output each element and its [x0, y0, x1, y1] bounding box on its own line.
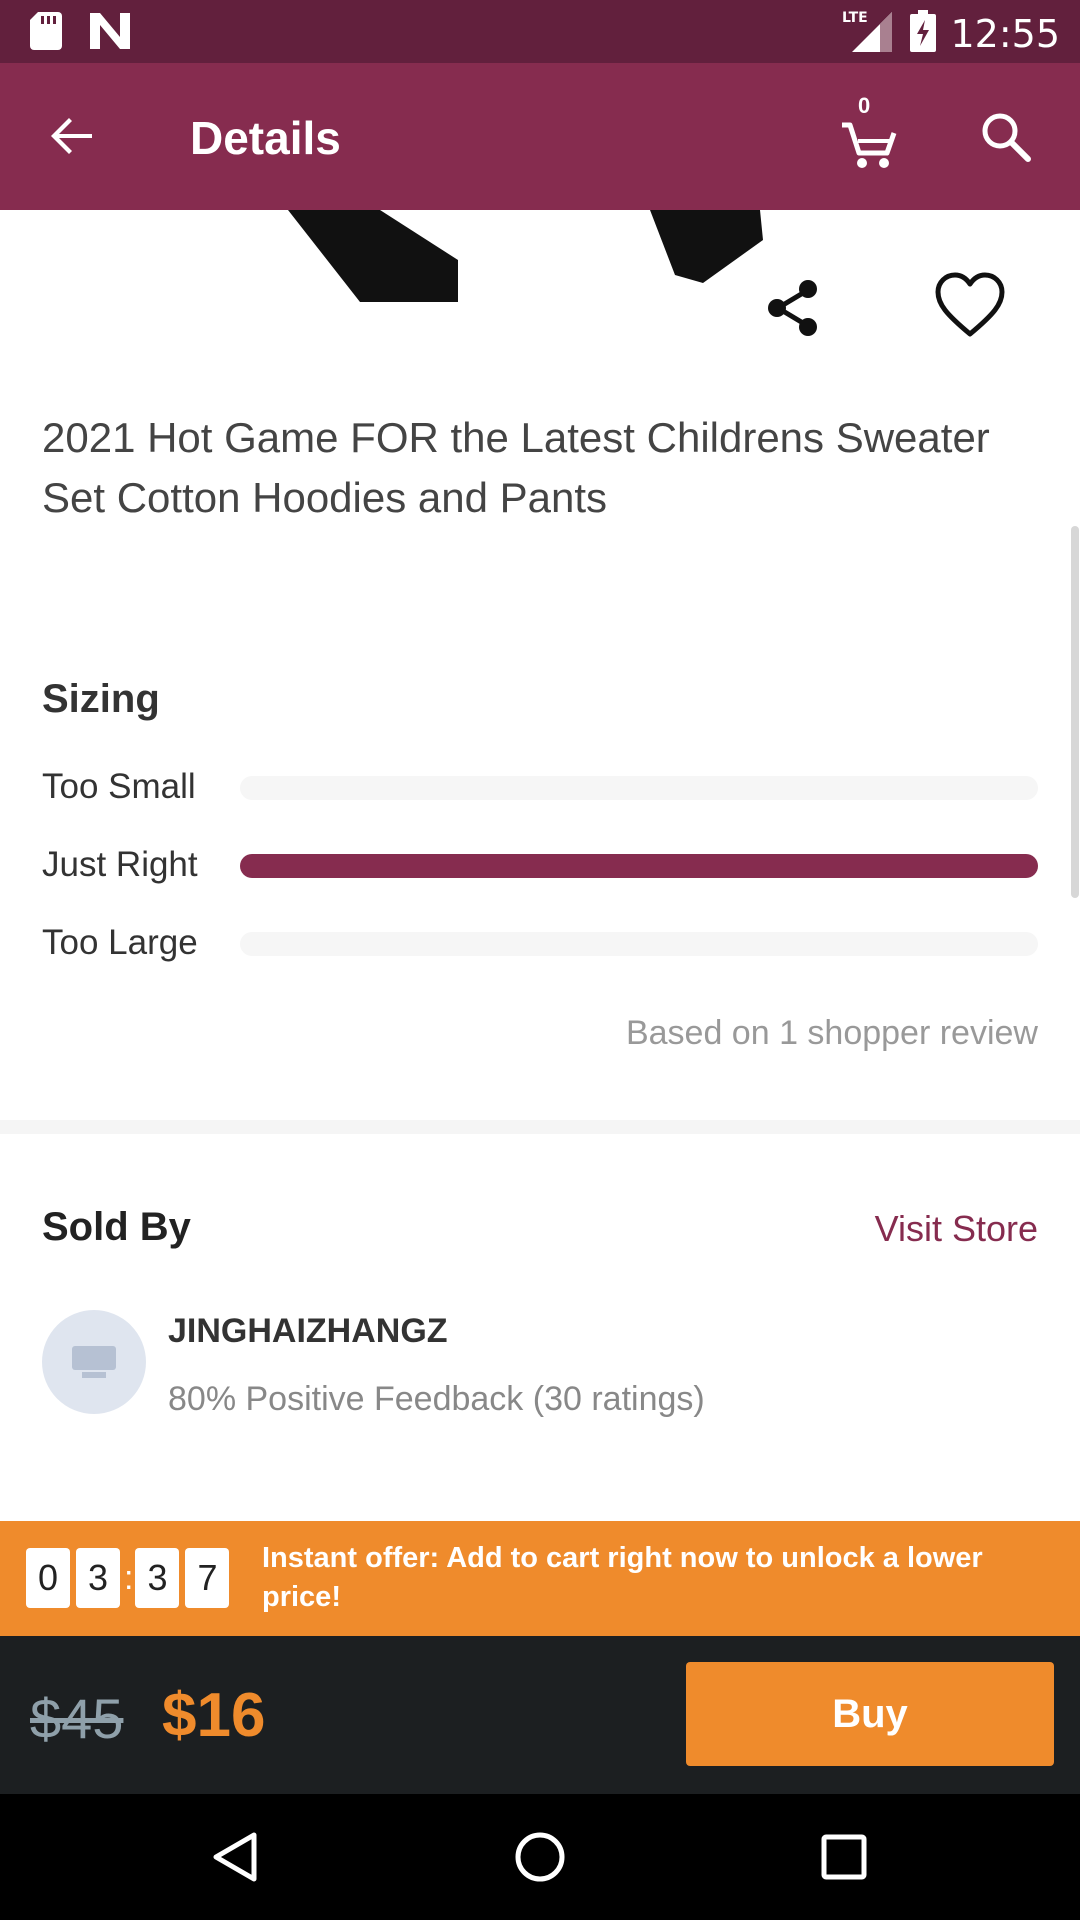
- product-title: 2021 Hot Game FOR the Latest Childrens S…: [42, 414, 990, 521]
- timer-digit: 3: [76, 1548, 120, 1608]
- sizing-row: Just Right: [42, 840, 1038, 890]
- offer-text: Instant offer: Add to cart right now to …: [262, 1542, 983, 1613]
- system-nav-bar: [0, 1794, 1080, 1920]
- product-image-graphic: [288, 210, 763, 302]
- original-price: $45: [30, 1687, 124, 1750]
- nav-home-button[interactable]: [510, 1827, 570, 1887]
- nav-recents-icon: [821, 1834, 867, 1880]
- section-divider: [0, 1120, 1080, 1134]
- nav-back-icon: [213, 1832, 257, 1882]
- search-icon: [982, 113, 1031, 162]
- sizing-bar-fill: [240, 854, 1038, 878]
- nav-home-icon: [515, 1832, 565, 1882]
- store-feedback: 80% Positive Feedback (30 ratings): [168, 1380, 705, 1418]
- n-notification-icon: [90, 13, 130, 54]
- product-image[interactable]: [0, 210, 1080, 370]
- page-title: Details: [190, 112, 341, 164]
- share-icon: [768, 280, 817, 336]
- store-avatar[interactable]: [42, 1310, 146, 1414]
- status-time: 12:55: [950, 11, 1060, 56]
- timer-digit: 7: [185, 1548, 230, 1608]
- offer-countdown-timer: 0 3 : 3 7: [26, 1548, 235, 1608]
- status-bar: LTE 12:55: [0, 0, 1080, 63]
- sizing-row-label: Too Large: [42, 923, 198, 962]
- buy-button[interactable]: Buy: [686, 1662, 1054, 1766]
- sizing-row: Too Large: [42, 918, 1038, 968]
- sizing-row-label: Too Small: [42, 767, 196, 806]
- lte-signal-icon: LTE: [842, 8, 896, 59]
- buy-bar: $45 $16 Buy: [0, 1636, 1080, 1794]
- sizing-bar-track: [240, 854, 1038, 878]
- sizing-row: Too Small: [42, 762, 1038, 812]
- sale-price: $16: [162, 1681, 266, 1750]
- sizing-title: Sizing: [42, 677, 160, 721]
- scrollbar[interactable]: [1071, 526, 1079, 898]
- sizing-review-note: Based on 1 shopper review: [625, 1014, 1038, 1052]
- instant-offer-banner[interactable]: 0 3 : 3 7 Instant offer: Add to cart rig…: [0, 1521, 1080, 1636]
- timer-digit: 0: [26, 1548, 70, 1608]
- cart-button[interactable]: 0: [838, 93, 898, 169]
- app-bar: Details 0: [0, 63, 1080, 210]
- visit-store-link[interactable]: Visit Store: [875, 1208, 1038, 1250]
- nav-back-button[interactable]: [206, 1827, 266, 1887]
- app-screen: LTE 12:55 Details 0 2021 Hot Game FOR th…: [0, 0, 1080, 1920]
- sizing-bar-track: [240, 932, 1038, 956]
- back-button[interactable]: [42, 107, 102, 167]
- store-name[interactable]: JINGHAIZHANGZ: [168, 1312, 448, 1351]
- sd-card-icon: [30, 12, 62, 55]
- cart-icon: [842, 122, 897, 168]
- heart-icon: [935, 272, 1005, 337]
- favorite-button[interactable]: [934, 272, 1006, 340]
- share-button[interactable]: [762, 276, 826, 340]
- battery-charging-icon: [910, 10, 937, 57]
- store-icon: [72, 1346, 116, 1378]
- back-arrow-icon: [51, 118, 92, 154]
- timer-separator: :: [124, 1558, 134, 1597]
- sold-by-title: Sold By: [42, 1205, 191, 1249]
- sizing-row-label: Just Right: [42, 845, 198, 884]
- lte-label: LTE: [842, 10, 868, 26]
- nav-recents-button[interactable]: [814, 1827, 874, 1887]
- sizing-bar-track: [240, 776, 1038, 800]
- search-button[interactable]: [976, 107, 1036, 167]
- timer-digit: 3: [135, 1548, 180, 1608]
